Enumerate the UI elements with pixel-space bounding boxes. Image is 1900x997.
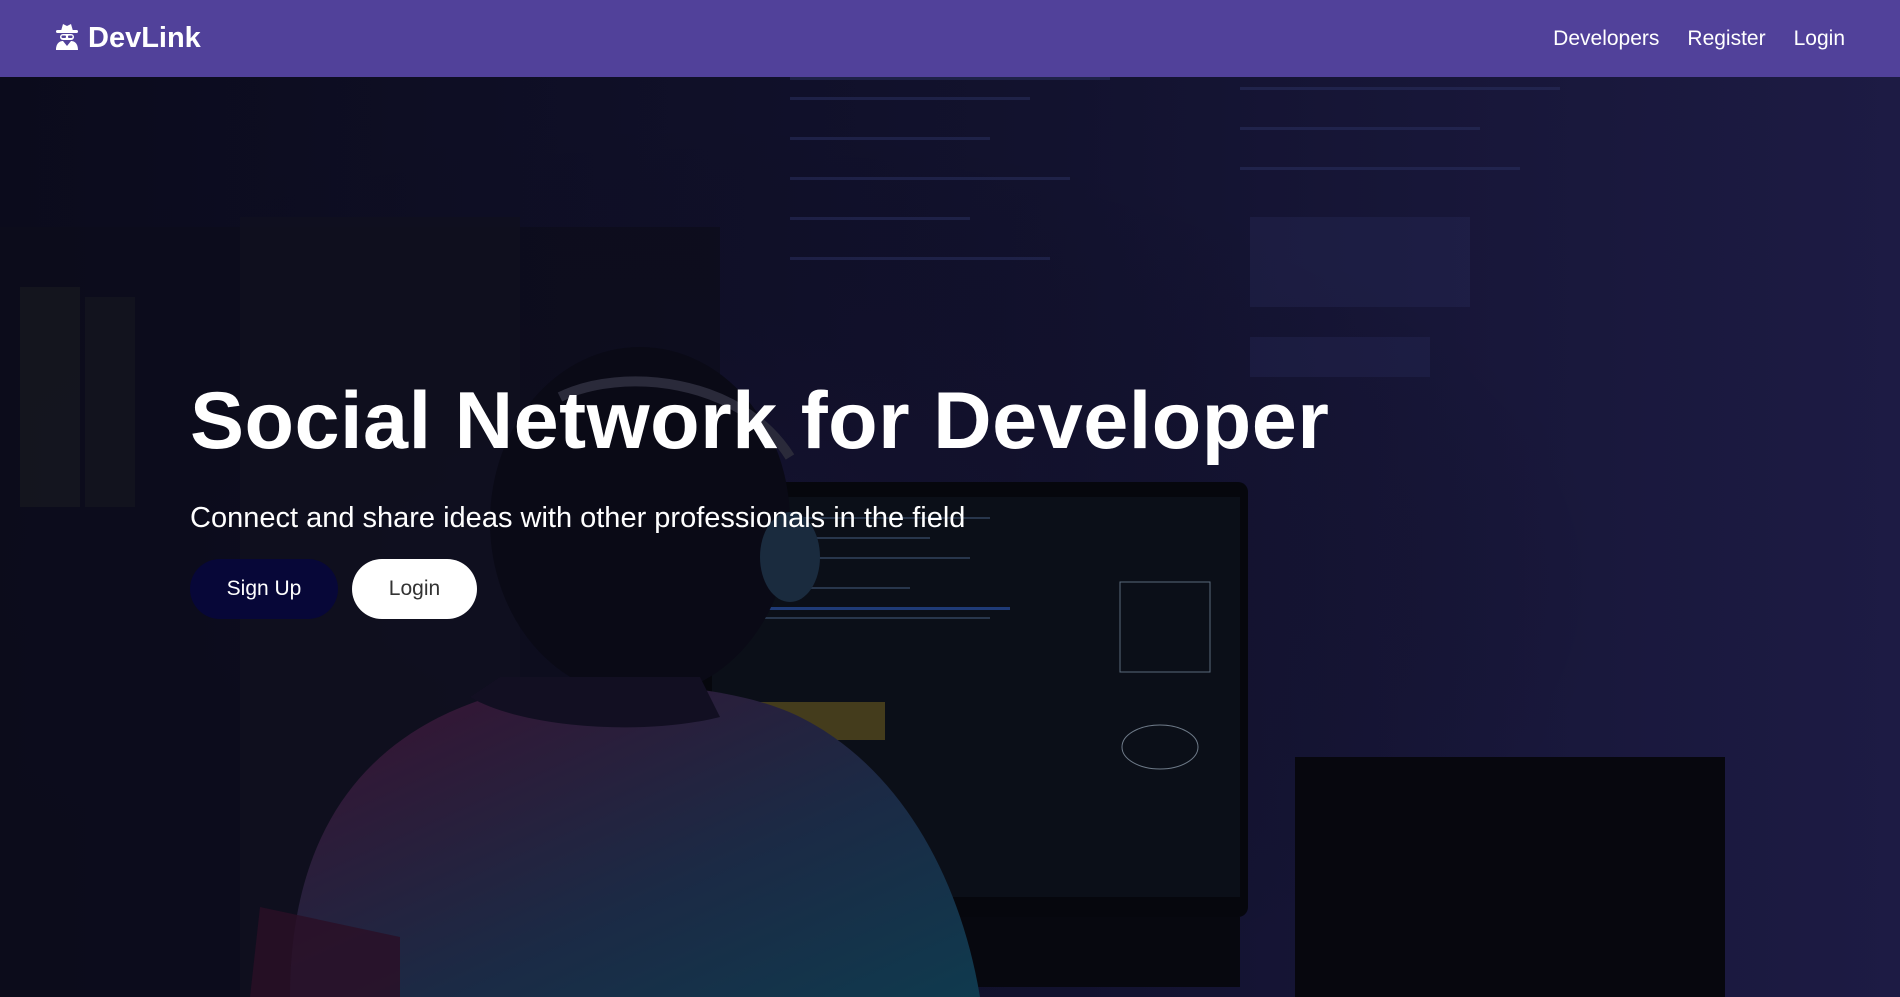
nav-links: Developers Register Login: [1553, 27, 1845, 51]
login-button[interactable]: Login: [352, 559, 477, 619]
nav-link-login[interactable]: Login: [1794, 27, 1845, 51]
navbar: DevLink Developers Register Login: [0, 0, 1900, 77]
hero-subtitle: Connect and share ideas with other profe…: [190, 502, 966, 534]
hero-buttons: Sign Up Login: [190, 559, 1490, 619]
hero-section: Social Network for Developer Connect and…: [0, 77, 1900, 997]
hero-content: Social Network for Developer Connect and…: [190, 381, 1490, 619]
nav-link-register[interactable]: Register: [1687, 27, 1765, 51]
nav-link-developers[interactable]: Developers: [1553, 27, 1659, 51]
brand-logo-link[interactable]: DevLink: [54, 22, 201, 55]
signup-button[interactable]: Sign Up: [190, 559, 338, 619]
brand-label: DevLink: [88, 22, 201, 54]
hero-title: Social Network for Developer: [190, 376, 1330, 466]
user-secret-icon: [54, 22, 80, 55]
